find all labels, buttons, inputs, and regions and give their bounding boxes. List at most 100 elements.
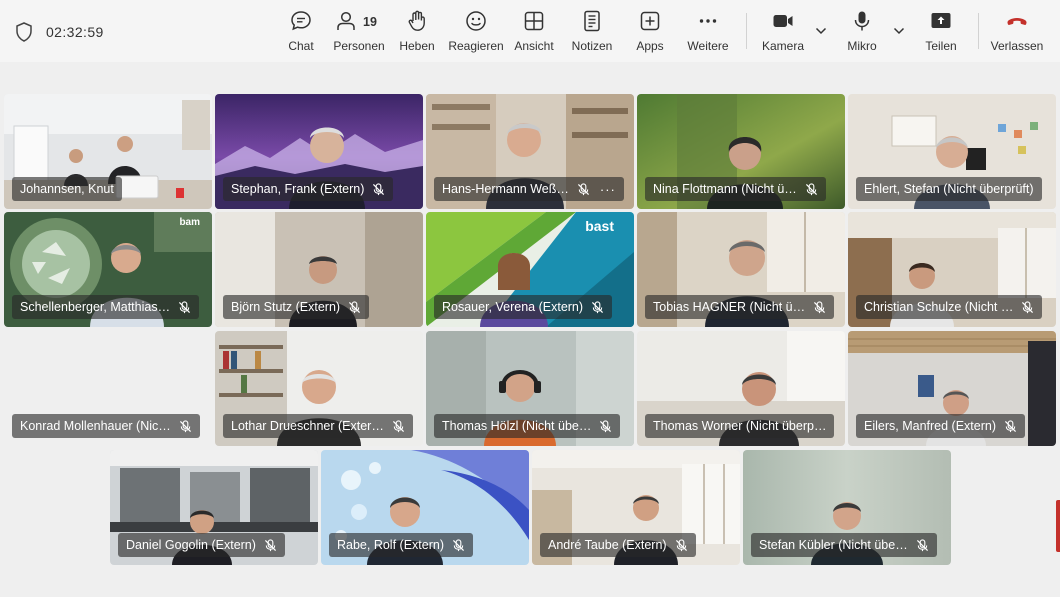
mic-muted-icon <box>179 419 191 432</box>
mic-options-chevron-icon[interactable] <box>892 24 906 38</box>
raise-hand-icon <box>408 10 425 31</box>
people-label: Personen <box>333 39 385 53</box>
participant-name: Konrad Mollenhauer (Nic… <box>20 419 171 433</box>
participant-name: Björn Stutz (Extern) <box>231 300 341 314</box>
shield-icon <box>16 22 32 42</box>
add-app-icon <box>640 11 660 31</box>
participant-tile[interactable]: Ehlert, Stefan (Nicht überprüft) <box>848 94 1056 209</box>
mic-muted-icon <box>916 538 928 551</box>
mic-label: Mikro <box>847 39 877 53</box>
participant-name-tag: Lothar Drueschner (Exter… <box>223 414 413 438</box>
camera-label: Kamera <box>761 39 805 53</box>
share-screen-icon <box>931 13 951 28</box>
camera-icon <box>773 15 793 27</box>
participant-name-tag: Schellenberger, Matthias… <box>12 295 200 319</box>
participant-tile[interactable]: Nina Flottmann (Nicht ü… <box>637 94 845 209</box>
participant-tile[interactable]: Christian Schulze (Nicht … <box>848 212 1056 327</box>
mic-muted-icon <box>179 300 191 313</box>
camera-options-chevron-icon[interactable] <box>814 24 828 38</box>
participant-name-tag: Stephan, Frank (Extern) <box>223 177 394 201</box>
participant-tile[interactable]: Daniel Gogolin (Extern) <box>110 450 318 565</box>
participant-tile[interactable]: Stephan, Frank (Extern) <box>215 94 423 209</box>
participant-tile[interactable]: Hans-Hermann Weß… ··· <box>426 94 634 209</box>
hang-up-icon <box>1007 18 1027 25</box>
people-button[interactable]: 19 Personen <box>333 9 385 55</box>
share-label: Teilen <box>925 39 957 53</box>
participant-more-options[interactable]: ··· <box>600 182 616 197</box>
view-label: Ansicht <box>514 39 554 53</box>
participant-name-tag: Tobias HAGNER (Nicht ü… <box>645 295 835 319</box>
participant-tile[interactable]: Lothar Drueschner (Exter… <box>215 331 423 446</box>
participant-tile[interactable]: Stefan Kübler (Nicht übe… <box>743 450 951 565</box>
participant-name: Daniel Gogolin (Extern) <box>126 538 256 552</box>
raise-hand-button[interactable]: Heben <box>399 9 435 55</box>
participant-tile[interactable]: bam Schellenberger, Matthias… <box>4 212 212 327</box>
participant-name-tag: Thomas Worner (Nicht überp… <box>645 414 835 438</box>
participant-name-tag: Björn Stutz (Extern) <box>223 295 370 319</box>
participant-name: Eilers, Manfred (Extern) <box>864 419 996 433</box>
side-panel-handle[interactable] <box>1056 500 1060 552</box>
apps-button[interactable]: Apps <box>634 9 666 55</box>
chat-icon <box>291 11 311 31</box>
more-button[interactable]: Weitere <box>686 9 730 55</box>
notes-button[interactable]: Notizen <box>570 9 614 55</box>
participant-tile[interactable]: Tobias HAGNER (Nicht ü… <box>637 212 845 327</box>
participant-tile[interactable]: Eilers, Manfred (Extern) <box>848 331 1056 446</box>
participant-name: Stephan, Frank (Extern) <box>231 182 365 196</box>
chat-button[interactable]: Chat <box>286 9 316 55</box>
participant-name-tag: Ehlert, Stefan (Nicht überprüft) <box>856 177 1042 201</box>
react-button[interactable]: Reagieren <box>448 9 504 55</box>
participant-tile[interactable]: bast Rosauer, Verena (Extern) <box>426 212 634 327</box>
participant-name-tag: Nina Flottmann (Nicht ü… <box>645 177 826 201</box>
participant-name: Thomas Hölzl (Nicht übe… <box>442 419 592 433</box>
more-label: Weitere <box>687 39 729 53</box>
bast-logo: bast <box>585 218 614 234</box>
participant-name-tag: Johannsen, Knut <box>12 177 122 201</box>
participant-name-tag: Rosauer, Verena (Extern) <box>434 295 613 319</box>
participant-tile[interactable]: Rabe, Rolf (Extern) <box>321 450 529 565</box>
leave-button[interactable]: Verlassen <box>991 9 1043 55</box>
notes-label: Notizen <box>571 39 613 53</box>
participant-name-tag: Eilers, Manfred (Extern) <box>856 414 1025 438</box>
mic-muted-icon <box>1022 300 1034 313</box>
bam-logo: bam <box>179 217 200 228</box>
participant-name: Johannsen, Knut <box>20 182 114 196</box>
toolbar-divider <box>978 13 979 49</box>
view-button[interactable]: Ansicht <box>514 9 554 55</box>
mic-muted-icon <box>349 300 361 313</box>
apps-label: Apps <box>636 39 664 53</box>
participant-name-tag: Hans-Hermann Weß… ··· <box>434 177 624 201</box>
participant-tile[interactable]: Thomas Worner (Nicht überp… <box>637 331 845 446</box>
share-button[interactable]: Teilen <box>924 9 958 55</box>
participant-name-tag: Konrad Mollenhauer (Nic… <box>12 414 200 438</box>
participant-name: Thomas Worner (Nicht überp… <box>653 419 827 433</box>
participant-tile-audio-only[interactable]: Konrad Mollenhauer (Nic… <box>4 331 212 446</box>
participant-name-tag: Daniel Gogolin (Extern) <box>118 533 285 557</box>
participant-name-tag: Stefan Kübler (Nicht übe… <box>751 533 937 557</box>
raise-hand-label: Heben <box>399 39 435 53</box>
participant-tile[interactable]: André Taube (Extern) <box>532 450 740 565</box>
camera-button[interactable]: Kamera <box>761 9 805 55</box>
leave-label: Verlassen <box>990 39 1044 53</box>
mic-muted-icon <box>373 182 385 195</box>
microphone-icon <box>854 11 870 31</box>
meeting-timer: 02:32:59 <box>46 24 104 40</box>
participant-name: Nina Flottmann (Nicht ü… <box>653 182 797 196</box>
chat-label: Chat <box>288 39 314 53</box>
meeting-toolbar: 02:32:59 Chat 19 Personen Heben Reagiere… <box>0 0 1060 62</box>
participant-name: Rosauer, Verena (Extern) <box>442 300 584 314</box>
people-icon <box>337 11 355 30</box>
participant-name: Hans-Hermann Weß… <box>442 182 569 196</box>
toolbar-divider <box>746 13 747 49</box>
participant-tile[interactable]: Björn Stutz (Extern) <box>215 212 423 327</box>
participant-name: Rabe, Rolf (Extern) <box>337 538 444 552</box>
participant-name: André Taube (Extern) <box>548 538 667 552</box>
participant-tile[interactable]: Johannsen, Knut <box>4 94 212 209</box>
more-icon <box>699 19 717 23</box>
notes-icon <box>584 10 600 32</box>
participant-name: Schellenberger, Matthias… <box>20 300 171 314</box>
mic-button[interactable]: Mikro <box>846 9 878 55</box>
react-label: Reagieren <box>448 39 504 53</box>
participant-tile[interactable]: Thomas Hölzl (Nicht übe… <box>426 331 634 446</box>
participant-name-tag: André Taube (Extern) <box>540 533 696 557</box>
